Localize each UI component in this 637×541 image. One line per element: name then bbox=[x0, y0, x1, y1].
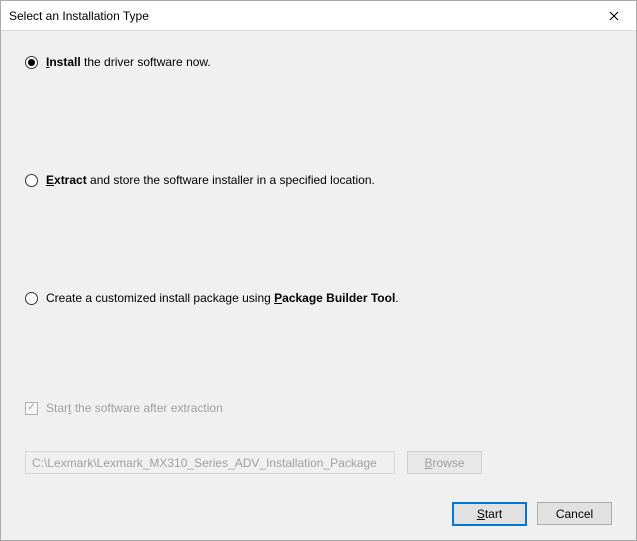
radio-extract[interactable] bbox=[25, 174, 38, 187]
option-extract-label: Extract and store the software installer… bbox=[46, 173, 375, 187]
lower-section: Start the software after extraction Brow… bbox=[25, 401, 612, 526]
window-title: Select an Installation Type bbox=[9, 9, 149, 23]
radio-install[interactable] bbox=[25, 56, 38, 69]
option-custom-label: Create a customized install package usin… bbox=[46, 291, 399, 305]
option-extract[interactable]: Extract and store the software installer… bbox=[25, 173, 612, 187]
start-after-extraction-row: Start the software after extraction bbox=[25, 401, 612, 415]
cancel-button[interactable]: Cancel bbox=[537, 502, 612, 525]
start-button[interactable]: Start bbox=[452, 502, 527, 526]
titlebar: Select an Installation Type bbox=[1, 1, 636, 31]
start-after-extraction-checkbox bbox=[25, 402, 38, 415]
path-row: Browse bbox=[25, 451, 612, 474]
button-row: Start Cancel bbox=[25, 502, 612, 526]
extraction-path-input bbox=[25, 451, 395, 474]
close-icon bbox=[609, 11, 619, 21]
option-install-label: Install the driver software now. bbox=[46, 55, 211, 69]
close-button[interactable] bbox=[591, 1, 636, 30]
browse-button: Browse bbox=[407, 451, 482, 474]
installer-window: Select an Installation Type Install the … bbox=[0, 0, 637, 541]
option-install[interactable]: Install the driver software now. bbox=[25, 55, 612, 69]
start-after-extraction-label: Start the software after extraction bbox=[46, 401, 223, 415]
option-custom[interactable]: Create a customized install package usin… bbox=[25, 291, 612, 305]
radio-custom[interactable] bbox=[25, 292, 38, 305]
content-area: Install the driver software now. Extract… bbox=[1, 31, 636, 540]
